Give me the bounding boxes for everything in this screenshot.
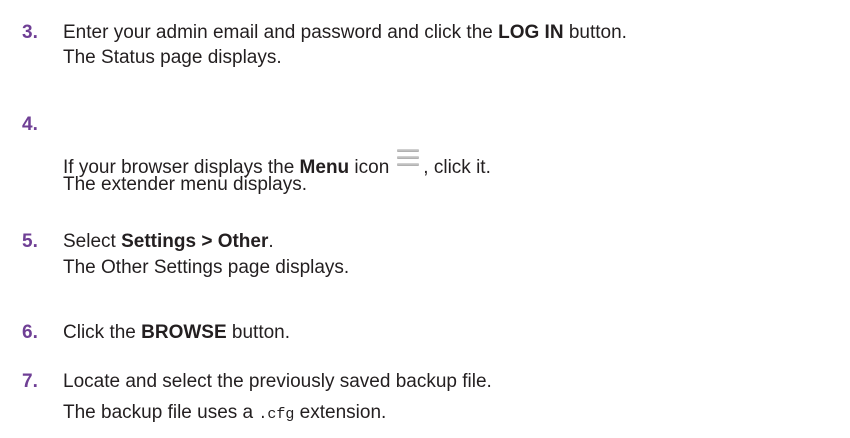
step-result: The Other Settings page displays. xyxy=(63,257,350,278)
instruction-text: Select xyxy=(63,231,122,252)
step-instruction: Click the BROWSE button. xyxy=(63,321,290,345)
step-number: 4. xyxy=(22,114,38,135)
menu-label: Menu xyxy=(299,157,350,178)
step-result: The extender menu displays. xyxy=(63,174,307,195)
menu-icon xyxy=(397,147,420,167)
step-instruction: Select Settings > Other. xyxy=(63,230,274,254)
instruction-text: extension. xyxy=(294,402,387,423)
log-in-button-label: LOG IN xyxy=(498,22,564,43)
step-instruction: Locate and select the previously saved b… xyxy=(63,371,492,392)
step-number: 5. xyxy=(22,231,38,252)
instruction-text: The backup file uses a xyxy=(63,402,259,423)
browse-button-label: BROWSE xyxy=(141,322,227,343)
step-result: The backup file uses a .cfg extension. xyxy=(63,401,386,427)
instruction-text: icon xyxy=(349,157,390,178)
step-result: The Status page displays. xyxy=(63,47,282,68)
instruction-text: Click the xyxy=(63,322,142,343)
step-number: 7. xyxy=(22,371,38,392)
settings-other-path: Settings > Other xyxy=(121,231,269,252)
step-instruction: Enter your admin email and password and … xyxy=(63,21,627,45)
instruction-text: . xyxy=(268,231,274,252)
step-number: 6. xyxy=(22,322,38,343)
instruction-text: button. xyxy=(226,322,291,343)
instruction-text: Enter your admin email and password and … xyxy=(63,22,499,43)
file-extension-code: .cfg xyxy=(258,406,295,423)
instruction-text: , click it. xyxy=(423,157,491,178)
step-number: 3. xyxy=(22,22,38,43)
instruction-text: button. xyxy=(563,22,627,43)
